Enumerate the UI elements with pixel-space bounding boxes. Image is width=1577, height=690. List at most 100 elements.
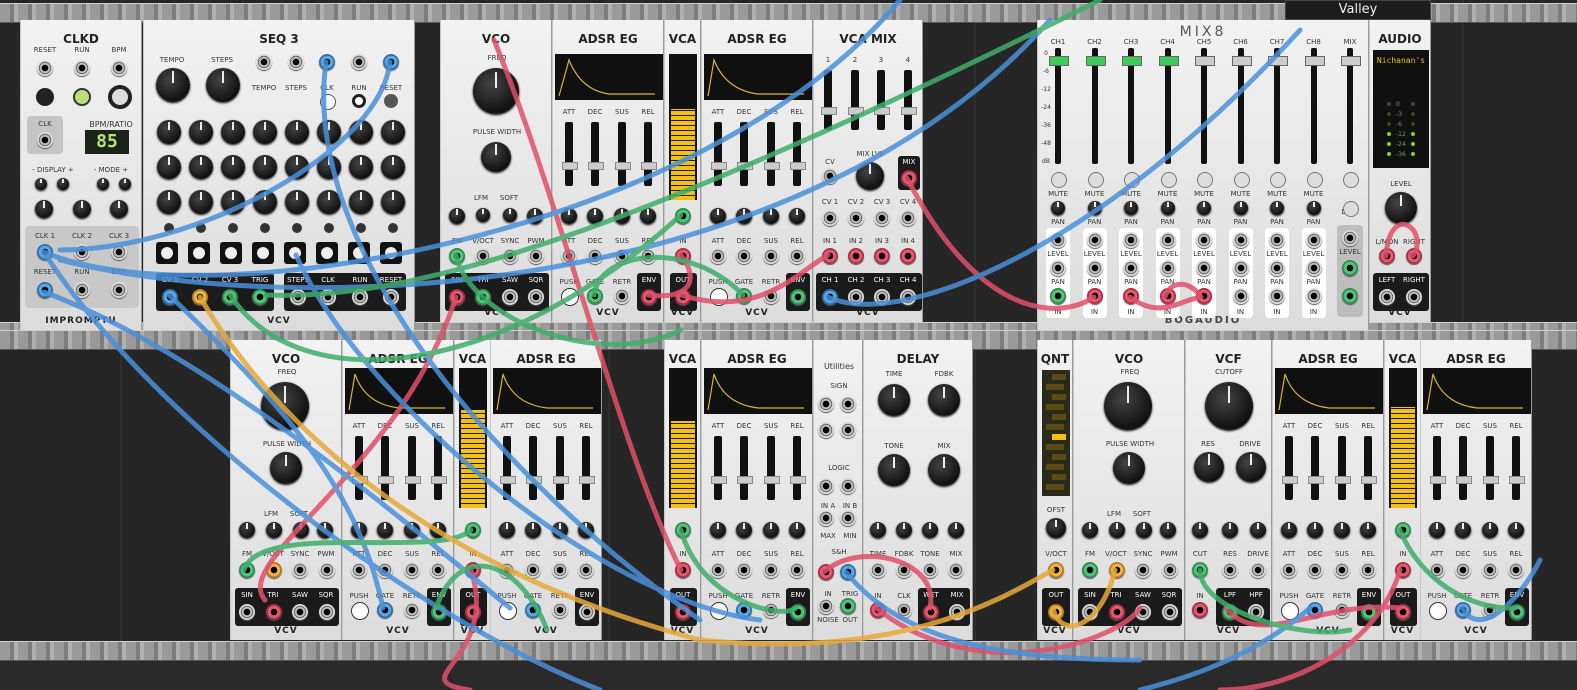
sus-cv-jack[interactable] [404, 562, 420, 578]
cv-input-jack[interactable] [675, 522, 691, 538]
pwm-atten-knob[interactable] [527, 208, 543, 224]
vca-output-jack[interactable] [675, 604, 691, 620]
push-button[interactable] [561, 288, 579, 306]
mute-button[interactable] [1087, 172, 1104, 188]
dec-cv-jack[interactable] [377, 562, 393, 578]
dec-cv-knob[interactable] [525, 522, 541, 538]
run-output-jack[interactable] [352, 289, 368, 305]
pan-knob[interactable] [1197, 201, 1211, 215]
mix-knob[interactable] [928, 454, 960, 486]
channel-input-jack[interactable] [1196, 288, 1212, 304]
utility-jack[interactable] [840, 396, 856, 412]
step-knob[interactable] [285, 120, 309, 144]
pan-cv-jack[interactable] [1269, 260, 1285, 276]
cv-input-jack[interactable] [465, 522, 481, 538]
tone-cv-jack[interactable] [922, 562, 938, 578]
clk2-ratio-knob[interactable] [73, 200, 91, 218]
adsr-module-2[interactable]: ADSR EG ATT DEC SUS REL ATT DEC SUS REL … [701, 20, 813, 322]
steps-output-jack[interactable] [290, 289, 306, 305]
retrigger-input-jack[interactable] [763, 602, 779, 618]
saw-output-jack[interactable] [502, 289, 518, 305]
att-cv-jack[interactable] [561, 248, 577, 264]
pan-cv-jack[interactable] [1086, 260, 1103, 276]
channel-input-jack[interactable] [1269, 288, 1285, 304]
display-minus-button[interactable] [35, 178, 47, 190]
note-key[interactable] [1046, 444, 1064, 450]
level-cv-jack[interactable] [1196, 232, 1212, 248]
clock-input-jack[interactable] [896, 602, 912, 618]
audio-module[interactable]: AUDIO Nichanan's 0 -3 -6 -12 -24 -36 LEVEL L/… [1369, 20, 1431, 322]
reset-input-jack[interactable] [383, 54, 399, 70]
fm-input-jack[interactable] [239, 562, 255, 578]
right-input-jack[interactable] [1406, 248, 1422, 264]
tone-knob[interactable] [878, 454, 910, 486]
pan-cv-jack[interactable] [1305, 260, 1322, 276]
delay-module[interactable]: DELAY TIME FDBK TONE MIX TIME FDBK TONE MIX IN CLK… [863, 340, 973, 640]
cv-input-jack[interactable] [1395, 522, 1411, 538]
utility-jack[interactable] [818, 478, 834, 494]
dec-cv-jack[interactable] [1455, 562, 1471, 578]
vca-output-jack[interactable] [1395, 604, 1411, 620]
mix-output-jack[interactable] [949, 604, 965, 620]
step-knob[interactable] [381, 190, 405, 214]
audio-input-jack[interactable] [465, 562, 481, 578]
att-cv-knob[interactable] [710, 208, 726, 224]
reset-output-jack[interactable] [383, 289, 399, 305]
level-cv-jack[interactable] [1050, 232, 1066, 248]
vca-module[interactable]: VCA IN OUT VCV [1384, 340, 1421, 640]
sin-output-jack[interactable] [449, 289, 465, 305]
rel-cv-jack[interactable] [789, 248, 805, 264]
gate-input-jack[interactable] [736, 288, 752, 304]
sync-input-jack[interactable] [1135, 562, 1151, 578]
bpm-knob[interactable] [108, 85, 132, 109]
env-output-jack[interactable] [790, 604, 806, 620]
pan-knob[interactable] [1306, 201, 1321, 215]
mix-left-output-jack[interactable] [1342, 260, 1358, 276]
vco-module[interactable]: VCO FREQ PULSE WIDTH LFM SOFT FM V/OCT S… [440, 20, 552, 322]
channel-fader-handle[interactable] [1085, 56, 1106, 66]
dec-cv-jack[interactable] [736, 248, 752, 264]
step-knob[interactable] [381, 155, 405, 179]
sin-output-jack[interactable] [1082, 604, 1098, 620]
mix-cv-knob[interactable] [948, 522, 964, 538]
rel-cv-knob[interactable] [1508, 522, 1524, 538]
attack-fader[interactable] [562, 122, 578, 186]
dec-cv-jack[interactable] [525, 562, 541, 578]
cv3-output-jack[interactable] [222, 289, 238, 305]
channel-fader-handle[interactable] [1341, 56, 1361, 66]
rel-cv-jack[interactable] [640, 248, 656, 264]
att-cv-jack[interactable] [1429, 562, 1445, 578]
channel-input-jack[interactable] [1159, 288, 1176, 304]
channel-fader-handle[interactable] [1304, 56, 1325, 66]
attack-fader[interactable] [711, 436, 727, 500]
audio-input-jack[interactable] [822, 248, 838, 264]
utility-jack[interactable] [840, 422, 856, 438]
run-input-jack[interactable] [351, 54, 367, 70]
display-plus-button[interactable] [57, 178, 69, 190]
left-output-jack[interactable] [1379, 289, 1395, 305]
vco-module[interactable]: VCO FREQ PULSE WIDTH LFM SOFT FM V/OCT SYNC PWM S… [1073, 340, 1185, 640]
saw-output-jack[interactable] [292, 604, 308, 620]
drive-cv-knob[interactable] [1250, 522, 1266, 538]
level-cv-jack[interactable] [1305, 232, 1322, 248]
push-button[interactable] [1281, 602, 1299, 620]
step-knob[interactable] [317, 120, 341, 144]
voct-input-jack[interactable] [265, 562, 282, 578]
pan-knob[interactable] [1270, 201, 1284, 215]
note-key[interactable] [1052, 434, 1066, 440]
dec-cv-knob[interactable] [736, 208, 752, 224]
cv-input-jack[interactable] [900, 210, 916, 226]
utility-jack[interactable] [818, 396, 834, 412]
mix8-module[interactable]: MIX8 DIM BOGAUDIO CH1MUTEPANLEVELPANINCH… [1037, 20, 1369, 330]
hpf-output-jack[interactable] [1248, 604, 1264, 620]
sustain-fader[interactable] [553, 436, 569, 500]
rel-cv-jack[interactable] [578, 562, 594, 578]
mode-minus-button[interactable] [97, 178, 109, 190]
vcf-module[interactable]: VCF CUTOFF RES DRIVE CUT RES DRIVE IN LPF HPF VCV [1185, 340, 1272, 640]
audio-input-jack[interactable] [900, 248, 916, 264]
sus-cv-jack[interactable] [1482, 562, 1498, 578]
step-gate-button[interactable] [156, 242, 178, 264]
att-cv-knob[interactable] [710, 522, 726, 538]
attack-fader[interactable] [1282, 436, 1298, 500]
att-cv-knob[interactable] [351, 522, 367, 538]
